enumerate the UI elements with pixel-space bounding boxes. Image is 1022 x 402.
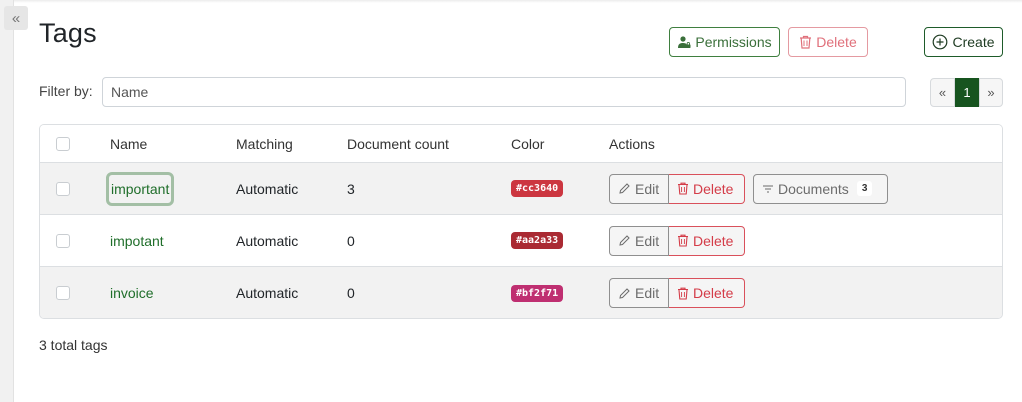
row-checkbox[interactable] bbox=[56, 181, 70, 196]
delete-selected-button[interactable]: Delete bbox=[788, 27, 868, 57]
create-label: Create bbox=[952, 34, 995, 50]
create-button[interactable]: Create bbox=[924, 27, 1003, 57]
delete-button[interactable]: Delete bbox=[669, 173, 745, 204]
filter-label: Filter by: bbox=[39, 83, 93, 99]
document-count-value: 0 bbox=[347, 232, 355, 249]
row-checkbox[interactable] bbox=[56, 233, 70, 248]
color-badge: #aa2a33 bbox=[511, 232, 564, 249]
document-count-value: 0 bbox=[347, 285, 355, 301]
edit-label: Edit bbox=[635, 180, 660, 197]
edit-button[interactable]: Edit bbox=[609, 225, 669, 256]
sidebar-strip bbox=[0, 0, 14, 402]
edit-label: Edit bbox=[635, 232, 660, 249]
matching-value: Automatic bbox=[236, 232, 299, 249]
matching-value: Automatic bbox=[236, 285, 299, 301]
table-row: impotant Automatic 0 #aa2a33 Edit Delete bbox=[40, 215, 1002, 267]
edit-label: Edit bbox=[635, 285, 660, 301]
document-count-value: 3 bbox=[347, 180, 355, 197]
column-header-name[interactable]: Name bbox=[110, 125, 147, 162]
column-header-matching[interactable]: Matching bbox=[236, 125, 293, 162]
delete-label: Delete bbox=[693, 285, 734, 301]
trash-icon bbox=[677, 182, 689, 195]
trash-icon bbox=[799, 35, 812, 49]
color-badge: #bf2f71 bbox=[511, 284, 564, 302]
tag-name-link[interactable]: impotant bbox=[110, 233, 164, 249]
documents-label: Documents bbox=[778, 180, 849, 197]
sidebar-collapse-button[interactable]: « bbox=[4, 6, 28, 30]
edit-button[interactable]: Edit bbox=[609, 278, 669, 308]
table-row: invoice Automatic 0 #bf2f71 Edit Delete bbox=[40, 267, 1002, 318]
delete-selected-label: Delete bbox=[816, 34, 857, 50]
table-row: important Automatic 3 #cc3640 Edit Delet… bbox=[40, 163, 1002, 215]
table-header: Name Matching Document count Color Actio… bbox=[40, 125, 1002, 163]
pagination: « 1 » bbox=[930, 78, 1003, 107]
delete-label: Delete bbox=[693, 180, 734, 197]
user-lock-icon bbox=[677, 35, 691, 49]
tag-name-link[interactable]: important bbox=[106, 171, 175, 206]
top-shadow bbox=[0, 0, 1022, 3]
pencil-icon bbox=[618, 182, 631, 195]
page-title: Tags bbox=[39, 18, 97, 48]
column-header-actions: Actions bbox=[609, 135, 655, 152]
row-checkbox[interactable] bbox=[56, 286, 70, 300]
column-header-color: Color bbox=[511, 135, 545, 152]
color-badge: #cc3640 bbox=[511, 180, 564, 197]
pagination-page-button[interactable]: 1 bbox=[955, 78, 979, 107]
filter-icon bbox=[762, 184, 774, 194]
matching-value: Automatic bbox=[236, 180, 299, 197]
trash-icon bbox=[677, 234, 689, 247]
select-all-checkbox[interactable] bbox=[56, 136, 70, 151]
delete-label: Delete bbox=[693, 232, 734, 249]
column-header-document-count[interactable]: Document count bbox=[347, 125, 449, 162]
trash-icon bbox=[677, 287, 689, 300]
permissions-label: Permissions bbox=[695, 34, 772, 50]
filter-name-input[interactable] bbox=[102, 77, 906, 107]
pagination-next-button[interactable]: » bbox=[979, 78, 1003, 107]
edit-button[interactable]: Edit bbox=[609, 173, 669, 204]
documents-count-badge: 3 bbox=[856, 181, 873, 196]
documents-button[interactable]: Documents 3 bbox=[753, 173, 888, 204]
delete-button[interactable]: Delete bbox=[669, 225, 745, 256]
tags-table: Name Matching Document count Color Actio… bbox=[39, 124, 1003, 319]
pagination-prev-button[interactable]: « bbox=[930, 78, 955, 107]
delete-button[interactable]: Delete bbox=[669, 278, 745, 308]
pencil-icon bbox=[618, 234, 631, 247]
tag-name-link[interactable]: invoice bbox=[110, 285, 154, 301]
permissions-button[interactable]: Permissions bbox=[669, 27, 780, 57]
total-tags-count: 3 total tags bbox=[39, 337, 108, 353]
plus-circle-icon bbox=[932, 34, 948, 50]
pencil-icon bbox=[618, 287, 631, 300]
